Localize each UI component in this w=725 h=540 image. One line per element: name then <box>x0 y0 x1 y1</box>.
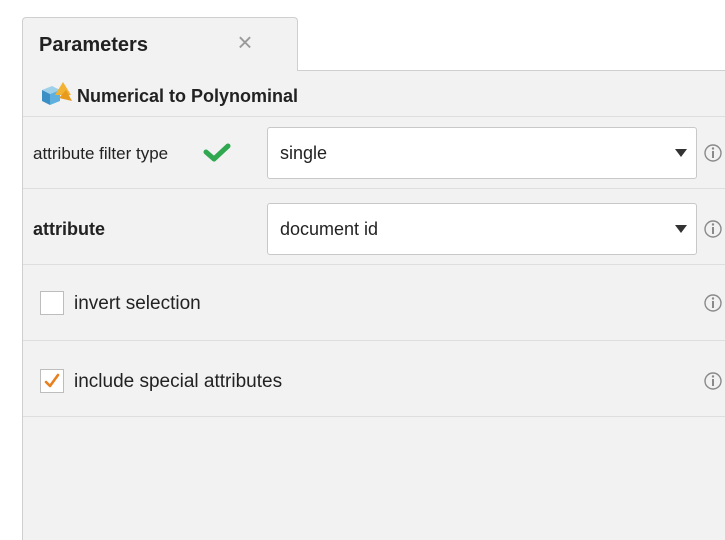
green-check-icon <box>203 143 231 162</box>
info-icon[interactable] <box>703 371 723 391</box>
tab-title: Parameters <box>39 34 148 56</box>
param-row-include-special-attributes: include special attributes <box>23 341 725 417</box>
include-special-attributes-checkbox[interactable] <box>40 369 64 393</box>
invert-selection-checkbox[interactable] <box>40 291 64 315</box>
info-icon[interactable] <box>703 293 723 313</box>
include-special-attributes-label: include special attributes <box>74 371 283 392</box>
attribute-select[interactable]: document id <box>267 203 697 255</box>
checkmark-icon <box>44 373 60 388</box>
attribute-filter-type-select[interactable]: single <box>267 127 697 179</box>
param-row-attribute-filter-type: attribute filter type single <box>23 117 725 189</box>
param-label-attribute-filter-type: attribute filter type <box>33 144 169 163</box>
parameters-panel: Numerical to Polynominal attribute filte… <box>22 71 725 540</box>
operator-header: Numerical to Polynominal <box>23 71 725 117</box>
tab-parameters[interactable]: Parameters × <box>22 17 298 71</box>
chevron-down-icon <box>675 225 687 233</box>
attribute-filter-type-value: single <box>280 143 328 163</box>
attribute-value: document id <box>280 219 379 239</box>
param-row-invert-selection: invert selection <box>23 265 725 341</box>
operator-title: Numerical to Polynominal <box>77 86 299 106</box>
invert-selection-label: invert selection <box>74 293 201 314</box>
info-icon[interactable] <box>703 143 723 163</box>
operator-cube-icon <box>42 82 72 105</box>
chevron-down-icon <box>675 149 687 157</box>
param-label-attribute: attribute <box>33 219 105 239</box>
param-row-attribute: attribute document id <box>23 189 725 265</box>
tab-bar: Parameters × <box>22 10 725 71</box>
close-icon[interactable]: × <box>233 29 257 55</box>
info-icon[interactable] <box>703 219 723 239</box>
